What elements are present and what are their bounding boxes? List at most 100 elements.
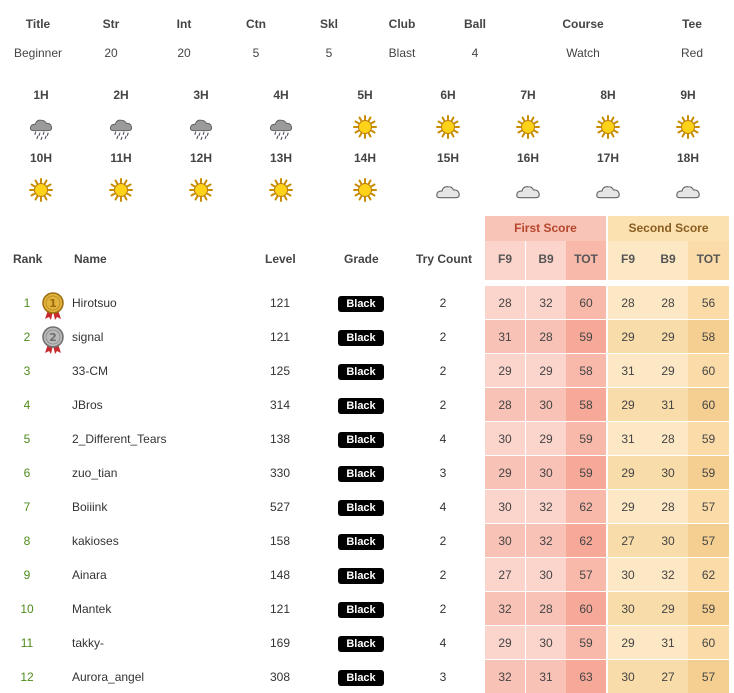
rank-cell: 2 [23,330,31,344]
weather-hour-17h: 17H [578,151,638,205]
first-tot-cell: 60 [566,592,606,625]
weather-hour-11h: 11H [91,151,151,205]
table-row[interactable]: 6 zuo_tian 330 Black 3 29 30 59 29 30 59 [0,456,734,490]
info-header-course: Course [562,17,604,31]
table-row[interactable]: 5 2_Different_Tears 138 Black 4 30 29 59 31 28 59 [0,422,734,456]
level-cell: 121 [269,602,291,616]
weather-hour-label: 5H [357,88,373,102]
first-f9-cell: 28 [485,286,525,319]
weather-hour-8h: 8H [578,88,638,142]
player-name-link[interactable]: Ainara [72,558,107,592]
player-name-link[interactable]: Hirotsuo [72,286,117,320]
table-row[interactable]: 7 Boiiink 527 Black 4 30 32 62 29 28 57 [0,490,734,524]
first-f9-cell: 28 [485,388,525,421]
grade-badge: Black [338,635,384,652]
try-count-column-header: Try Count [416,252,472,266]
first-tot-cell: 59 [566,320,606,353]
table-row[interactable]: 2 2 signal 121 Black 2 31 28 59 29 29 58 [0,320,734,354]
table-row[interactable]: 12 Aurora_angel 308 Black 3 32 31 63 30 27 57 [0,660,734,693]
first-f9-cell: 30 [485,524,525,557]
table-row[interactable]: 4 JBros 314 Black 2 28 30 58 29 31 60 [0,388,734,422]
weather-hour-label: 11H [110,151,132,165]
player-name-link[interactable]: Boiiink [72,490,107,524]
weather-hour-label: 12H [189,151,212,165]
silver-medal-icon: 2 [40,326,66,354]
second-f9-cell: 30 [608,660,648,693]
weather-hour-3h: 3H [171,88,231,142]
table-row[interactable]: 1 1 Hirotsuo 121 Black 2 28 32 60 28 28 56 [0,286,734,320]
second-f9-cell: 29 [608,320,648,353]
weather-hour-label: 7H [520,88,536,102]
second-f9-cell: 29 [608,456,648,489]
weather-hour-label: 18H [676,151,699,165]
grade-cell: Black [336,592,386,626]
first-b9-cell: 31 [526,660,566,693]
second-f9-cell: 27 [608,524,648,557]
weather-hour-label: 6H [440,88,456,102]
second-tot-cell: 58 [688,320,729,353]
second-tot-column-header: TOT [688,241,729,280]
first-tot-cell: 58 [566,388,606,421]
rank-cell: 9 [23,568,31,582]
player-name-link[interactable]: 2_Different_Tears [72,422,167,456]
first-tot-cell: 58 [566,354,606,387]
second-b9-cell: 28 [648,422,688,455]
second-f9-cell: 29 [608,490,648,523]
first-tot-cell: 59 [566,456,606,489]
second-f9-cell: 29 [608,626,648,659]
player-name-link[interactable]: Aurora_angel [72,660,144,693]
weather-hour-13h: 13H [251,151,311,205]
grade-cell: Black [336,626,386,660]
grade-cell: Black [336,660,386,693]
rank-cell: 6 [23,466,31,480]
first-b9-cell: 29 [526,422,566,455]
table-row[interactable]: 8 kakioses 158 Black 2 30 32 62 27 30 57 [0,524,734,558]
weather-hour-label: 14H [353,151,376,165]
player-name-link[interactable]: kakioses [72,524,119,558]
first-b9-cell: 30 [526,626,566,659]
player-name-link[interactable]: zuo_tian [72,456,117,490]
second-b9-cell: 29 [648,354,688,387]
table-row[interactable]: 11 takky- 169 Black 4 29 30 59 29 31 60 [0,626,734,660]
player-name-link[interactable]: signal [72,320,103,354]
second-b9-cell: 31 [648,388,688,421]
second-tot-cell: 59 [688,456,729,489]
first-tot-cell: 59 [566,626,606,659]
second-b9-cell: 27 [648,660,688,693]
level-cell: 330 [269,466,291,480]
weather-hour-9h: 9H [658,88,718,142]
table-row[interactable]: 3 33-CM 125 Black 2 29 29 58 31 29 60 [0,354,734,388]
try-count-cell: 2 [439,330,447,344]
first-tot-cell: 57 [566,558,606,591]
first-tot-cell: 63 [566,660,606,693]
second-f9-cell: 29 [608,388,648,421]
rank-cell: 11 [20,636,34,650]
player-name-link[interactable]: takky- [72,626,104,660]
try-count-cell: 2 [439,568,447,582]
weather-hour-14h: 14H [335,151,395,205]
grade-badge: Black [338,567,384,584]
grade-cell: Black [336,558,386,592]
second-tot-cell: 59 [688,422,729,455]
grade-badge: Black [338,397,384,414]
second-f9-cell: 30 [608,558,648,591]
weather-hour-label: 15H [436,151,459,165]
gold-medal-icon: 1 [40,292,66,320]
first-f9-cell: 30 [485,422,525,455]
grade-badge: Black [338,465,384,482]
rank-cell: 10 [20,602,34,616]
player-name-link[interactable]: Mantek [72,592,111,626]
sun-icon [11,175,71,205]
player-name-link[interactable]: JBros [72,388,103,422]
player-name-link[interactable]: 33-CM [72,354,108,388]
level-cell: 314 [269,398,291,412]
table-row[interactable]: 10 Mantek 121 Black 2 32 28 60 30 29 59 [0,592,734,626]
level-cell: 158 [269,534,291,548]
level-cell: 138 [269,432,291,446]
table-row[interactable]: 9 Ainara 148 Black 2 27 30 57 30 32 62 [0,558,734,592]
first-b9-cell: 32 [526,490,566,523]
second-tot-cell: 60 [688,626,729,659]
try-count-cell: 4 [439,432,447,446]
grade-badge: Black [338,295,384,312]
weather-hour-label: 2H [113,88,129,102]
